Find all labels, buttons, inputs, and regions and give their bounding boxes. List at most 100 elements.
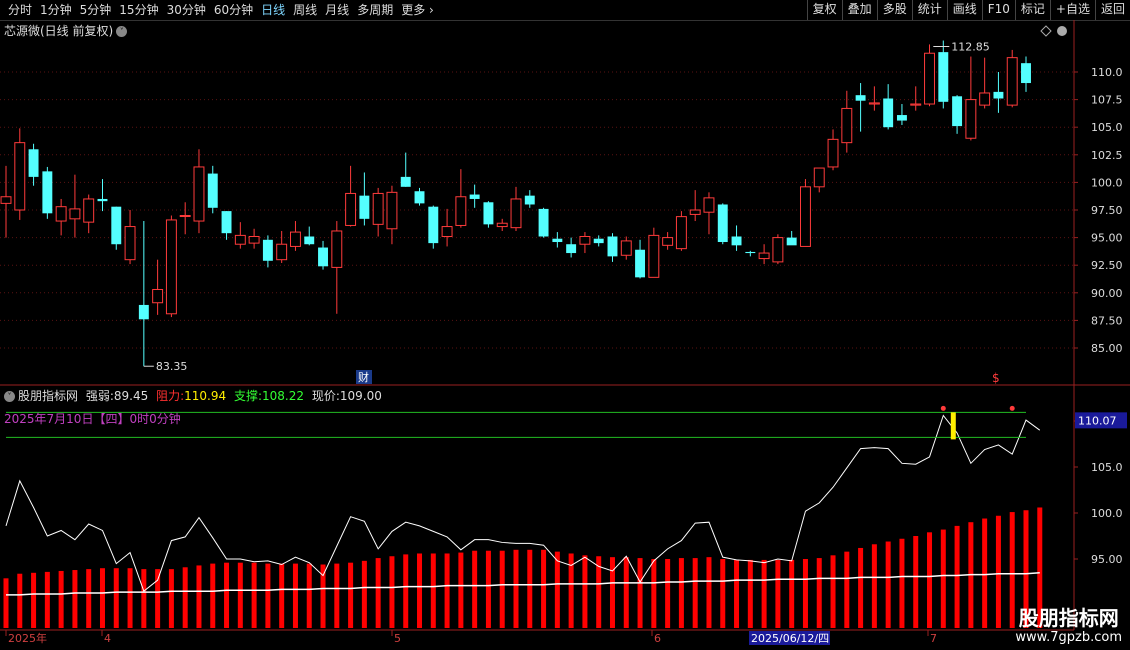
indicator-bar: [44, 571, 50, 628]
candle-body-down: [221, 211, 232, 234]
candle-body-down: [538, 208, 549, 237]
dollar-marker: $: [992, 371, 1000, 385]
signal-dot: [940, 405, 946, 411]
candle-body-up: [648, 234, 660, 278]
candle-body-up: [924, 52, 935, 105]
fin-marker: 财: [358, 370, 369, 384]
indicator-bar: [954, 525, 960, 628]
strength-value: 89.45: [113, 389, 149, 403]
candle-body-up: [799, 186, 811, 247]
candle-body-down: [400, 176, 411, 187]
indicator-bar: [816, 558, 822, 628]
time-axis-label: 5: [394, 632, 401, 645]
indicator-bar: [389, 556, 395, 628]
indicator-bar: [637, 558, 643, 628]
candle-body-down: [566, 244, 577, 254]
candle-body-up: [965, 99, 977, 139]
candle-body-up: [386, 191, 398, 230]
indicator-bar: [913, 536, 919, 628]
indicator-bar: [265, 563, 271, 628]
indicator-name[interactable]: 股朋指标网: [18, 389, 78, 403]
candle-body-up: [813, 167, 825, 188]
indicator-bar: [430, 553, 436, 628]
candle-body-down: [731, 236, 742, 246]
indicator-bar: [472, 550, 478, 628]
candle-body-up: [758, 252, 770, 260]
candle-body-down: [42, 171, 53, 214]
candle-body-down: [207, 173, 218, 208]
high-label: 112.85: [951, 41, 990, 54]
indicator-bar: [348, 562, 354, 628]
indicator-bar: [665, 559, 671, 628]
support-label: 支撑:: [233, 389, 262, 403]
indicator-bar: [871, 544, 877, 628]
indicator-bar: [651, 559, 657, 628]
ind-axis-label: 95.00: [1091, 553, 1123, 566]
indicator-collapse-icon[interactable]: ˅: [4, 391, 15, 402]
candle-body-up: [152, 288, 164, 304]
support-value: 108.22: [262, 389, 304, 403]
signal-dot: [1009, 405, 1015, 411]
candle-body-up: [455, 196, 467, 226]
indicator-bar: [3, 578, 9, 628]
candle-body-down: [1021, 63, 1031, 84]
indicator-bar: [58, 570, 64, 628]
price-axis-label: 100.0: [1091, 176, 1123, 189]
candle-body-down: [428, 206, 439, 244]
candle-body-up: [579, 235, 591, 245]
indicator-bar: [527, 549, 533, 628]
indicator-bar: [789, 559, 795, 628]
indicator-bar: [403, 554, 409, 628]
indicator-bar: [182, 567, 188, 628]
indicator-bar: [375, 558, 381, 628]
time-axis-label: 2025年: [8, 631, 47, 645]
indicator-bar: [734, 559, 740, 628]
indicator-bar: [17, 573, 23, 628]
candle-body-down: [745, 251, 756, 254]
strength-label: 强弱:: [85, 389, 114, 403]
candle-body-down: [483, 202, 494, 225]
indicator-bar: [251, 562, 257, 628]
indicator-bar: [513, 549, 519, 628]
indicator-bar: [541, 549, 547, 628]
candle-body-up: [689, 209, 701, 215]
candle-body-up: [14, 142, 26, 211]
candle-body-down: [552, 238, 563, 243]
indicator-bar: [940, 529, 946, 628]
indicator-bar: [554, 551, 560, 628]
candle-body-down: [635, 249, 646, 278]
watermark-url: www.7gpzb.com: [1015, 630, 1122, 645]
signal-bar: [950, 412, 956, 440]
candle-body-up: [772, 237, 784, 263]
indicator-bar: [210, 563, 216, 628]
candle-body-up: [165, 219, 177, 315]
indicator-bar: [899, 538, 905, 628]
candle-body-down: [359, 195, 370, 219]
candle-body-up: [289, 231, 301, 247]
candle-body-down: [28, 149, 39, 177]
kline-chart[interactable]: 110.0 107.5 105.0 102.5 100.0 97.50 95.00 92.50…: [0, 0, 1130, 650]
indicator-bar: [995, 515, 1001, 628]
candle-body-down: [938, 52, 949, 102]
indicator-bar: [417, 553, 423, 628]
resistance-label: 阻力:: [156, 389, 185, 403]
indicator-bar: [237, 562, 243, 628]
candle-body-down: [318, 247, 328, 267]
indicator-bar: [802, 559, 808, 628]
indicator-bar: [31, 572, 37, 628]
candle-body-up: [979, 92, 991, 106]
resistance-value: 110.94: [184, 389, 227, 403]
low-label: 83.35: [156, 360, 188, 373]
indicator-bar: [927, 532, 933, 628]
indicator-bar: [747, 559, 753, 628]
price-axis-label: 102.5: [1091, 149, 1123, 162]
indicator-bar: [113, 568, 119, 628]
candle-body-down: [469, 194, 480, 199]
candle-body-down: [97, 198, 108, 202]
time-axis-label: 6: [654, 632, 661, 645]
watermark-name: 股朋指标网: [1018, 606, 1119, 630]
indicator-bar: [361, 560, 367, 628]
indicator-bar: [775, 559, 781, 628]
candle-body-down: [883, 98, 894, 128]
price-axis-label: 105.0: [1091, 121, 1123, 134]
